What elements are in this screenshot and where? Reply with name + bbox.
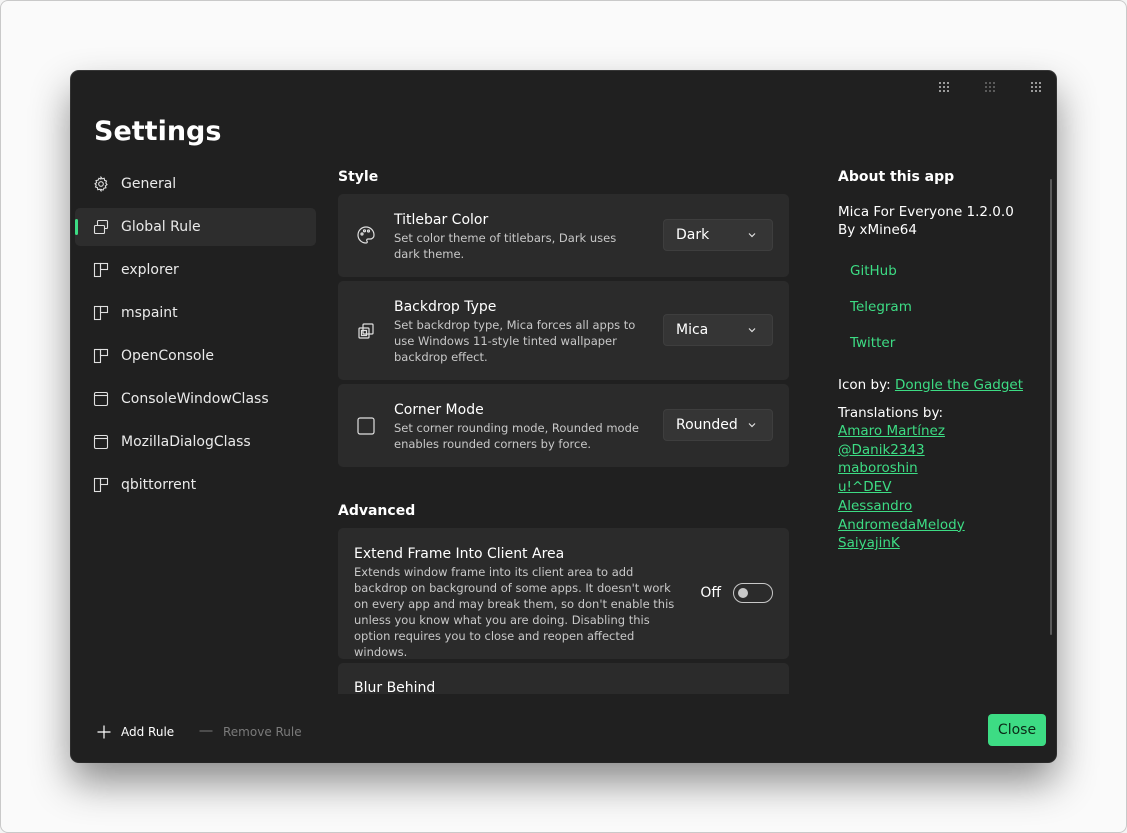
blur-behind-card: Blur Behind [338, 663, 789, 694]
windows-stack-icon [93, 219, 109, 235]
sidebar-item-explorer[interactable]: explorer [75, 251, 316, 289]
app-author: By xMine64 [838, 222, 917, 238]
extend-frame-title: Extend Frame Into Client Area [354, 546, 565, 562]
section-title-advanced: Advanced [338, 503, 416, 519]
corner-mode-desc: Set corner rounding mode, Rounded mode e… [394, 421, 639, 451]
remove-rule-label: Remove Rule [223, 725, 302, 739]
about-panel: About this app Mica For Everyone 1.2.0.0… [838, 169, 1048, 553]
sidebar-item-mspaint[interactable]: mspaint [75, 294, 316, 332]
app-version: Mica For Everyone 1.2.0.0 [838, 204, 1014, 220]
twitter-link[interactable]: Twitter [838, 334, 1048, 352]
dropdown-value: Rounded [676, 417, 738, 433]
close-window-button[interactable] [1028, 79, 1044, 95]
dropdown-value: Mica [676, 322, 709, 338]
sidebar-nav: General Global Rule explorer mspaint Ope… [75, 165, 316, 509]
close-button[interactable]: Close [988, 714, 1046, 746]
backdrop-type-desc: Set backdrop type, Mica forces all apps … [394, 318, 636, 364]
page-title: Settings [94, 116, 222, 147]
chevron-down-icon [748, 233, 756, 238]
titlebar-color-card: Titlebar Color Set color theme of titleb… [338, 194, 789, 277]
window-class-icon [93, 434, 109, 450]
sidebar-item-label: ConsoleWindowClass [121, 391, 269, 407]
app-rule-icon [93, 348, 109, 364]
chevron-down-icon [748, 328, 756, 333]
translator-link[interactable]: maboroshin [838, 460, 918, 476]
add-rule-label: Add Rule [121, 725, 175, 739]
titlebar-controls [936, 79, 1044, 95]
add-rule-button[interactable]: Add Rule [97, 725, 174, 739]
sidebar-item-consolewindowclass[interactable]: ConsoleWindowClass [75, 380, 316, 418]
extend-frame-toggle[interactable] [733, 583, 773, 603]
github-link[interactable]: GitHub [838, 262, 1048, 280]
minimize-button[interactable] [936, 79, 952, 95]
sidebar-item-label: OpenConsole [121, 348, 214, 364]
icon-credit: Icon by: Dongle the Gadget [838, 376, 1048, 394]
icon-credit-label: Icon by: [838, 377, 891, 393]
section-title-style: Style [338, 169, 379, 185]
sidebar-item-label: Global Rule [121, 219, 201, 235]
settings-content[interactable]: Style Titlebar Color Set color theme of … [338, 169, 789, 694]
translator-link[interactable]: AndromedaMelody [838, 517, 965, 533]
translators-list: Amaro Martínez @Danik2343 maboroshin u!^… [838, 422, 1048, 553]
sidebar-item-global-rule[interactable]: Global Rule [75, 208, 316, 246]
backdrop-icon [356, 321, 376, 341]
translator-link[interactable]: Alessandro [838, 498, 912, 514]
dropdown-value: Dark [676, 227, 710, 243]
sidebar-item-label: mspaint [121, 305, 178, 321]
gear-icon [93, 176, 109, 192]
titlebar-color-dropdown[interactable]: Dark [663, 219, 773, 251]
backdrop-type-dropdown[interactable]: Mica [663, 314, 773, 346]
translator-link[interactable]: Amaro Martínez [838, 423, 945, 439]
sidebar-item-label: MozillaDialogClass [121, 434, 251, 450]
backdrop-type-card: Backdrop Type Set backdrop type, Mica fo… [338, 281, 789, 380]
corner-mode-card: Corner Mode Set corner rounding mode, Ro… [338, 384, 789, 467]
sidebar-item-label: explorer [121, 262, 179, 278]
corner-mode-dropdown[interactable]: Rounded [663, 409, 773, 441]
scrollbar[interactable] [1050, 179, 1052, 635]
telegram-link[interactable]: Telegram [838, 298, 1048, 316]
plus-icon [97, 725, 111, 739]
extend-frame-toggle-group: Off [700, 583, 773, 603]
square-corner-icon [356, 416, 376, 436]
icon-author-link[interactable]: Dongle the Gadget [895, 377, 1023, 393]
chevron-down-icon [748, 423, 756, 428]
extend-frame-desc: Extends window frame into its client are… [354, 565, 675, 659]
sidebar-item-general[interactable]: General [75, 165, 316, 203]
backdrop-type-title: Backdrop Type [394, 299, 497, 315]
app-rule-icon [93, 262, 109, 278]
maximize-button[interactable] [982, 79, 998, 95]
settings-window: Settings General Global Rule explorer ms… [71, 71, 1056, 762]
sidebar-item-openconsole[interactable]: OpenConsole [75, 337, 316, 375]
sidebar-item-mozilladialogclass[interactable]: MozillaDialogClass [75, 423, 316, 461]
sidebar-item-label: qbittorrent [121, 477, 197, 493]
titlebar-color-desc: Set color theme of titlebars, Dark uses … [394, 231, 617, 261]
toggle-state-label: Off [700, 585, 721, 601]
translator-link[interactable]: u!^DEV [838, 479, 891, 495]
translator-link[interactable]: @Danik2343 [838, 442, 925, 458]
blur-behind-title: Blur Behind [354, 680, 436, 694]
sidebar-item-qbittorrent[interactable]: qbittorrent [75, 466, 316, 504]
minus-icon [199, 730, 213, 732]
about-heading: About this app [838, 169, 955, 185]
palette-icon [356, 225, 376, 245]
translations-label: Translations by: [838, 405, 944, 421]
window-class-icon [93, 391, 109, 407]
extend-frame-card: Extend Frame Into Client Area Extends wi… [338, 528, 789, 659]
app-rule-icon [93, 477, 109, 493]
translator-link[interactable]: SaiyajinK [838, 535, 900, 551]
sidebar-item-label: General [121, 176, 177, 192]
remove-rule-button[interactable]: Remove Rule [199, 725, 302, 739]
app-rule-icon [93, 305, 109, 321]
